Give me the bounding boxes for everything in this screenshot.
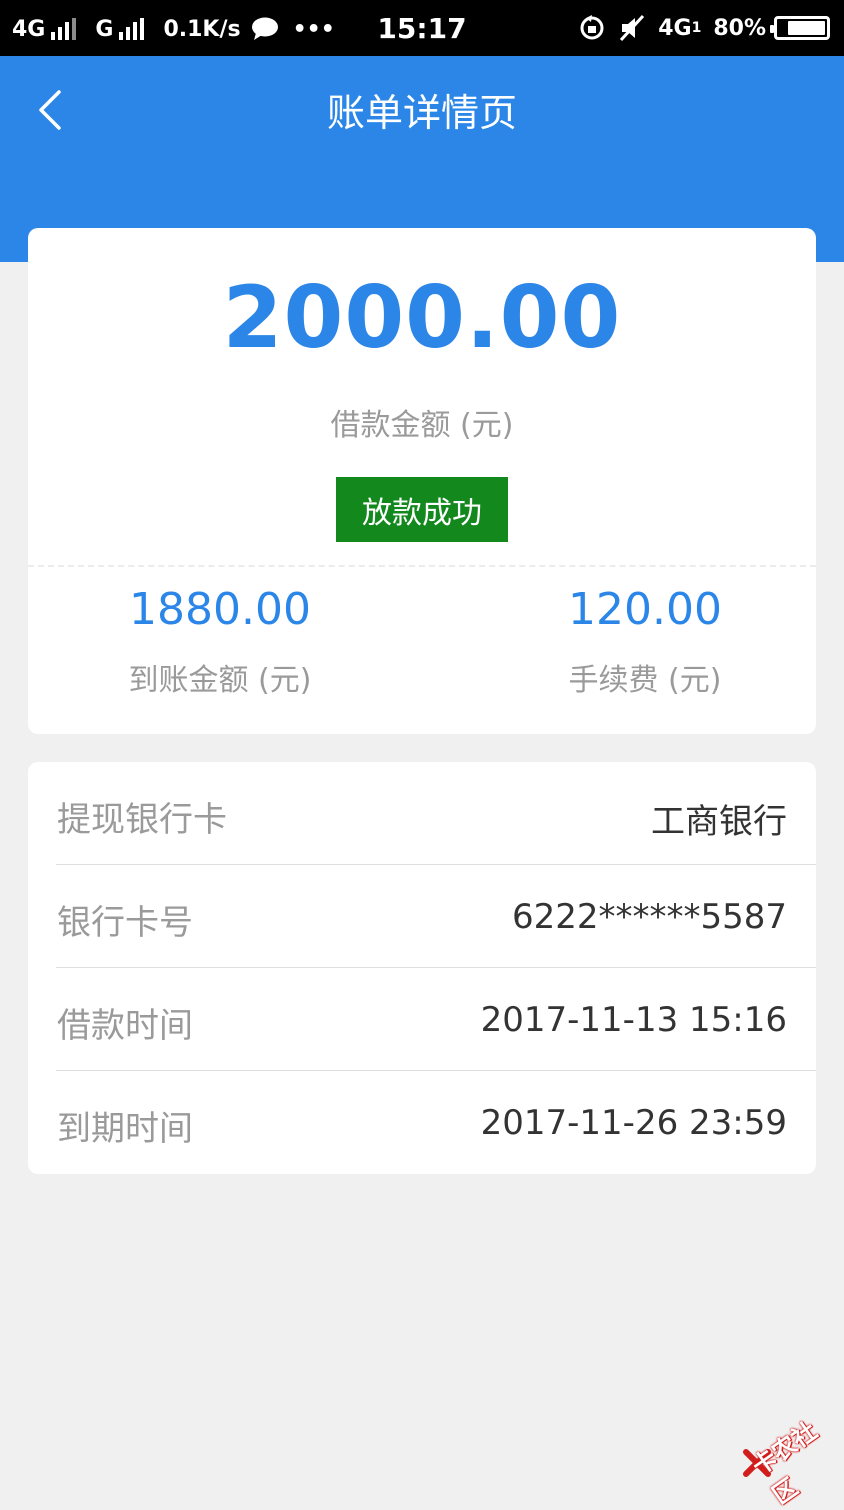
received-amount-block: 1880.00 到账金额 (元) <box>23 584 417 699</box>
network-4g-sub: 1 <box>691 20 702 36</box>
detail-value: 6222******5587 <box>511 897 787 937</box>
status-badge: 放款成功 <box>336 477 508 542</box>
network-4g-icon: 4G 1 <box>658 16 701 41</box>
detail-row-bank: 提现银行卡 工商银行 <box>28 762 816 865</box>
dashed-divider <box>28 565 816 567</box>
battery-icon <box>770 16 830 40</box>
status-bar: 4G G 0.1K/s ••• 15:17 4G 1 80% <box>0 0 844 56</box>
detail-label: 借款时间 <box>57 1006 193 1046</box>
detail-label: 到期时间 <box>57 1109 193 1149</box>
watermark-logo: 卡农社区 <box>742 1404 842 1510</box>
detail-value: 2017-11-13 15:16 <box>480 1000 787 1040</box>
loan-amount: 2000.00 <box>222 268 622 368</box>
mute-icon <box>618 14 646 42</box>
received-amount-label: 到账金额 (元) <box>128 663 312 698</box>
loan-summary-card: 2000.00 借款金额 (元) 放款成功 1880.00 到账金额 (元) 1… <box>28 228 816 734</box>
detail-value: 2017-11-26 23:59 <box>480 1103 787 1143</box>
battery-percent: 80% <box>713 15 766 41</box>
status-right: 4G 1 80% <box>578 12 830 44</box>
detail-row-card-number: 银行卡号 6222******5587 <box>28 865 816 968</box>
detail-label: 提现银行卡 <box>57 800 227 840</box>
fee-label: 手续费 (元) <box>568 663 722 698</box>
detail-row-due-time: 到期时间 2017-11-26 23:59 <box>28 1071 816 1174</box>
fee-amount: 120.00 <box>568 584 722 635</box>
loan-amount-label: 借款金额 (元) <box>330 408 514 443</box>
fee-block: 120.00 手续费 (元) <box>448 584 842 699</box>
detail-row-loan-time: 借款时间 2017-11-13 15:16 <box>28 968 816 1071</box>
detail-label: 银行卡号 <box>57 903 193 943</box>
rotation-lock-icon <box>578 14 606 42</box>
received-amount: 1880.00 <box>129 584 311 635</box>
watermark-text: 卡农社区 <box>747 1416 823 1510</box>
details-card: 提现银行卡 工商银行 银行卡号 6222******5587 借款时间 2017… <box>28 762 816 1174</box>
network-4g-label: 4G <box>658 15 692 41</box>
detail-value: 工商银行 <box>651 802 787 842</box>
page-title: 账单详情页 <box>326 91 517 135</box>
